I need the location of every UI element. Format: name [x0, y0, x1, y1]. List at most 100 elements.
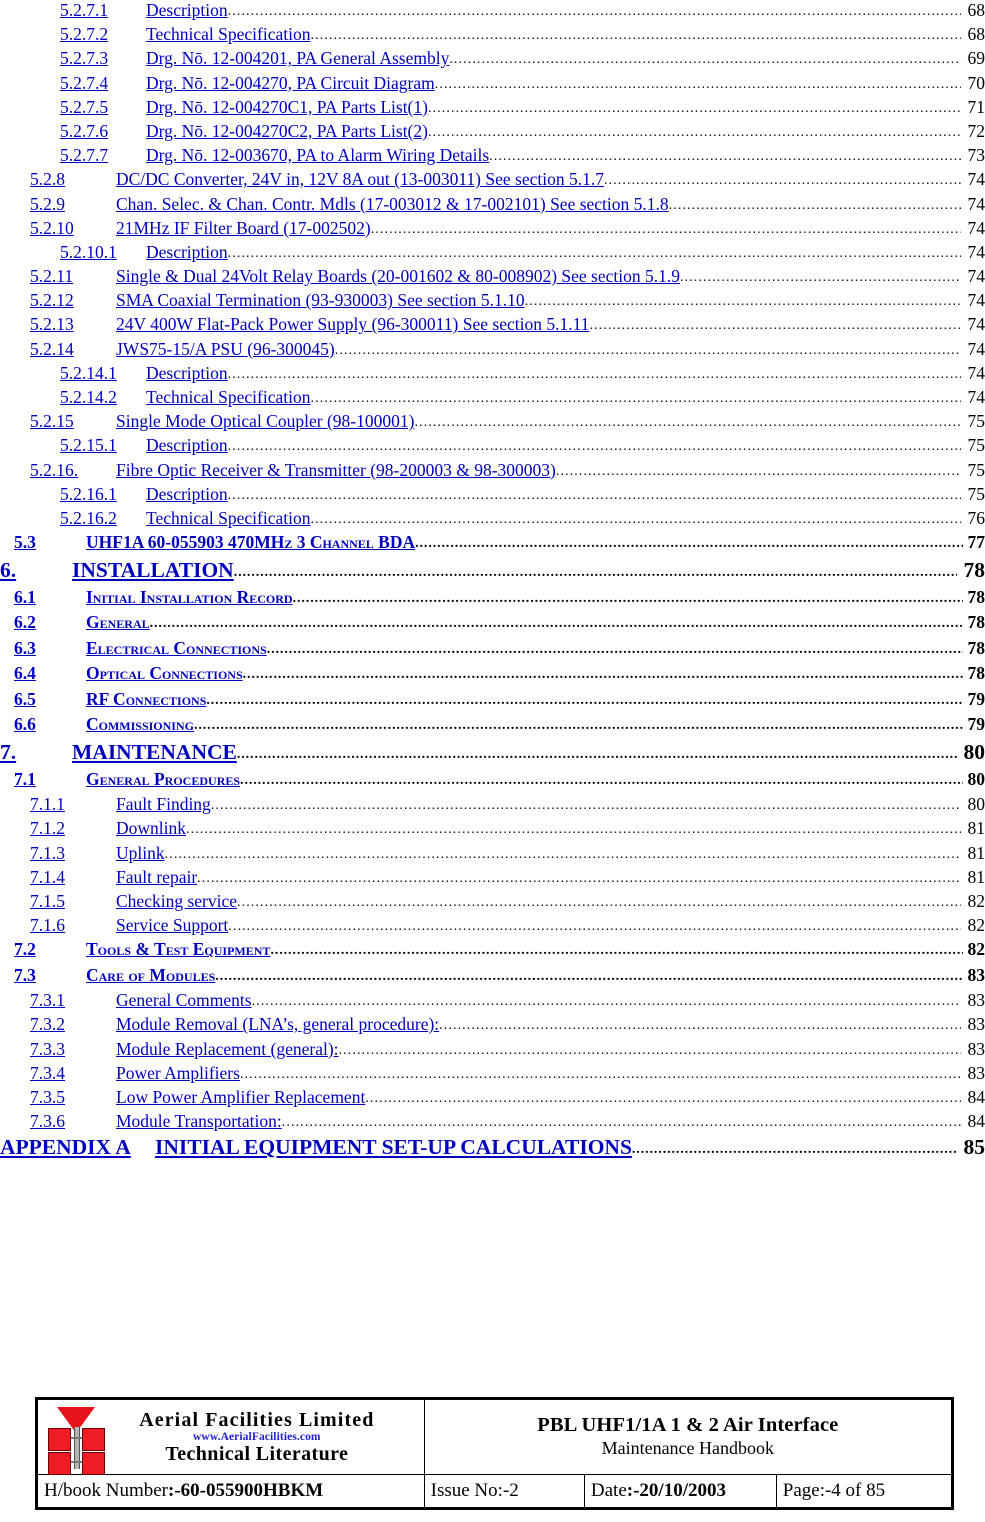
toc-entry[interactable]: 7.3.4 Power Amplifiers 83	[0, 1063, 985, 1087]
toc-entry[interactable]: 5.2.7.5 Drg. Nō. 12-004270C1, PA Parts Li…	[0, 97, 985, 121]
toc-entry[interactable]: 5.2.7.6 Drg. Nō. 12-004270C2, PA Parts Li…	[0, 121, 985, 145]
toc-entry[interactable]: 6.5 RF Connections 79	[0, 689, 985, 715]
toc-dot-leader	[604, 173, 961, 189]
toc-entry-page: 85	[963, 1135, 985, 1160]
toc-entry[interactable]: 5.2.7.1 Description 68	[0, 0, 985, 24]
toc-entry[interactable]: 6. INSTALLATION 78	[0, 558, 985, 587]
toc-entry[interactable]: 5.2.13 24V 400W Flat-Pack Power Supply (9…	[0, 314, 985, 338]
toc-entry-number: 6.5	[14, 688, 36, 709]
toc-entry-title: Chan. Selec. & Chan. Contr. Mdls (17-003…	[116, 193, 669, 214]
toc-entry[interactable]: 5.2.10.1 Description 74	[0, 242, 985, 266]
toc-entry-title: Low Power Amplifier Replacement	[116, 1087, 366, 1107]
toc-entry-title: Technical Specification	[146, 507, 311, 528]
toc-entry-page: 69	[967, 48, 985, 69]
toc-entry[interactable]: 7.3.5 Low Power Amplifier Replacement 84	[0, 1087, 985, 1111]
toc-entry-number: 5.2.7.1	[60, 0, 109, 20]
toc-entry[interactable]: APPENDIX A INITIAL EQUIPMENT SET-UP CALCU…	[0, 1135, 985, 1164]
toc-entry[interactable]: 5.2.11 Single & Dual 24Volt Relay Boards …	[0, 266, 985, 290]
toc-entry[interactable]: 6.2 General 78	[0, 612, 985, 638]
toc-entry[interactable]: 5.2.12 SMA Coaxial Termination (93-930003…	[0, 290, 985, 314]
date-cell: Date:-20/10/2003	[583, 1474, 777, 1508]
toc-entry-page: 74	[967, 217, 985, 238]
toc-entry[interactable]: 5.2.9 Chan. Selec. & Chan. Contr. Mdls (1…	[0, 194, 985, 218]
toc-entry[interactable]: 5.2.14.1 Description 74	[0, 363, 985, 387]
toc-dot-leader	[228, 367, 961, 383]
toc-entry[interactable]: 7.1.5 Checking service 82	[0, 891, 985, 915]
toc-entry[interactable]: 7.1.2 Downlink 81	[0, 818, 985, 842]
toc-dot-leader	[414, 415, 961, 431]
toc-entry-page: 76	[967, 507, 985, 528]
toc-entry-page: 79	[967, 688, 985, 709]
toc-entry[interactable]: 7.3.3 Module Replacement (general): 83	[0, 1039, 985, 1063]
page-number-value: :-4 of 85	[819, 1480, 886, 1501]
toc-entry-title: MAINTENANCE	[72, 739, 237, 764]
handbook-subtitle: Maintenance Handbook	[601, 1437, 775, 1458]
toc-entry-number: 5.2.14.2	[60, 387, 117, 407]
toc-entry[interactable]: 7.1.1 Fault Finding 80	[0, 794, 985, 818]
toc-entry[interactable]: 7.1 General Procedures 80	[0, 769, 985, 795]
toc-entry[interactable]: 5.2.15.1 Description 75	[0, 435, 985, 459]
toc-dot-leader	[310, 28, 961, 44]
toc-entry-title: Initial Installation Record	[86, 586, 293, 607]
toc-entry[interactable]: 5.2.16. Fibre Optic Receiver & Transmitte…	[0, 460, 985, 484]
toc-entry-page: 75	[967, 435, 985, 456]
toc-entry[interactable]: 6.1 Initial Installation Record 78	[0, 587, 985, 613]
toc-dot-leader	[365, 1091, 961, 1107]
toc-entry[interactable]: 5.2.14 JWS75-15/A PSU (96-300045) 74	[0, 339, 985, 363]
toc-entry-title: INITIAL EQUIPMENT SET-UP CALCULATIONS	[155, 1135, 632, 1160]
toc-entry-page: 71	[967, 96, 985, 117]
toc-entry-number: 5.2.16.1	[60, 483, 117, 504]
toc-dot-leader	[234, 565, 957, 581]
toc-entry-title: Module Transportation:	[116, 1111, 282, 1132]
toc-entry-title: Module Removal (LNA’s, general procedure…	[116, 1014, 440, 1035]
toc-entry-number: 5.2.7.4	[60, 72, 109, 93]
toc-entry[interactable]: 5.2.8 DC/DC Converter, 24V in, 12V 8A out…	[0, 169, 985, 193]
toc-entry[interactable]: 5.2.16.1 Description 75	[0, 484, 985, 508]
toc-entry[interactable]: 7.3.6 Module Transportation: 84	[0, 1111, 985, 1135]
toc-entry-title: Description	[146, 435, 228, 456]
toc-entry[interactable]: 5.2.7.3 Drg. Nō. 12-004201, PA General As…	[0, 48, 985, 72]
toc-entry[interactable]: 6.4 Optical Connections 78	[0, 663, 985, 689]
toc-entry[interactable]: 5.2.10 21MHz IF Filter Board (17-002502) 7…	[0, 218, 985, 242]
toc-entry[interactable]: 7.1.4 Fault repair 81	[0, 867, 985, 891]
toc-entry[interactable]: 7.1.3 Uplink 81	[0, 843, 985, 867]
toc-entry-page: 74	[967, 338, 985, 359]
toc-entry[interactable]: 5.2.16.2 Technical Specification 76	[0, 508, 985, 532]
toc-entry[interactable]: 6.6 Commissioning 79	[0, 714, 985, 740]
toc-entry[interactable]: 5.2.14.2 Technical Specification 74	[0, 387, 985, 411]
toc-entry-page: 75	[967, 483, 985, 504]
toc-entry[interactable]: 5.2.7.7 Drg. Nō. 12-003670, PA to Alarm W…	[0, 145, 985, 169]
toc-entry-title: UHF1A 60-055903 470MHz 3 Channel BDA	[86, 532, 416, 553]
toc-entry-title: Checking service	[116, 890, 237, 911]
toc-entry[interactable]: 7.3.1 General Comments 83	[0, 990, 985, 1014]
toc-entry-page: 74	[967, 266, 985, 287]
toc-entry-number: 7.3.5	[30, 1087, 65, 1107]
toc-entry-page: 78	[967, 586, 985, 607]
toc-dot-leader	[228, 919, 961, 935]
toc-entry[interactable]: 5.3 UHF1A 60-055903 470MHz 3 Channel BDA 7…	[0, 532, 985, 558]
toc-entry[interactable]: 5.2.15 Single Mode Optical Coupler (98-10…	[0, 411, 985, 435]
toc-entry[interactable]: 5.2.7.4 Drg. Nō. 12-004270, PA Circuit Di…	[0, 73, 985, 97]
toc-entry[interactable]: 7.1.6 Service Support 82	[0, 915, 985, 939]
handbook-title: PBL UHF1/1A 1 & 2 Air Interface	[537, 1413, 839, 1436]
toc-entry[interactable]: 7.2 Tools & Test Equipment 82	[0, 939, 985, 965]
toc-entry-page: 74	[967, 193, 985, 214]
toc-entry-page: 77	[967, 532, 985, 553]
toc-entry-page: 81	[967, 866, 985, 887]
toc-entry-number: APPENDIX A	[0, 1135, 131, 1160]
toc-dot-leader	[439, 1018, 961, 1034]
toc-entry-number: 7.1.5	[30, 890, 65, 911]
toc-entry-number: 7.1.4	[30, 866, 65, 887]
toc-entry[interactable]: 6.3 Electrical Connections 78	[0, 638, 985, 664]
toc-entry[interactable]: 5.2.7.2 Technical Specification 68	[0, 24, 985, 48]
toc-dot-leader	[228, 4, 961, 20]
footer-row-header: Aerial Facilities Limited www.AerialFaci…	[37, 1399, 953, 1475]
toc-entry-page: 81	[967, 818, 985, 839]
toc-entry[interactable]: 7.3.2 Module Removal (LNA’s, general proc…	[0, 1014, 985, 1038]
toc-entry[interactable]: 7.3 Care of Modules 83	[0, 965, 985, 991]
toc-entry-number: 6.	[0, 557, 17, 582]
toc-entry[interactable]: 7. MAINTENANCE 80	[0, 740, 985, 769]
toc-entry-number: 6.3	[14, 637, 36, 658]
toc-entry-title: Technical Specification	[146, 24, 311, 45]
toc-entry-number: 7.2	[14, 939, 36, 960]
